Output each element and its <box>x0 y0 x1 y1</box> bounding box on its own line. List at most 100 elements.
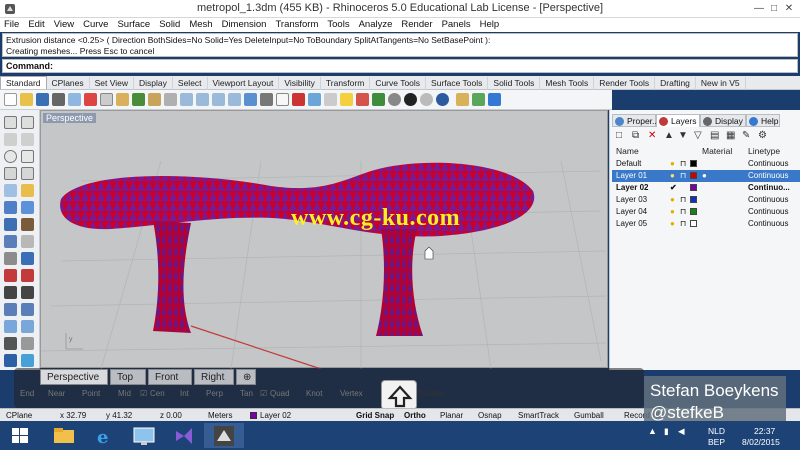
tab-drafting[interactable]: Drafting <box>655 77 696 90</box>
tab-right[interactable]: Right <box>194 369 234 385</box>
ellipse-icon[interactable] <box>4 167 17 180</box>
layer-color-swatch[interactable] <box>690 208 697 215</box>
copy-object-icon[interactable] <box>21 303 34 316</box>
command-line-input[interactable]: Command: <box>2 59 798 73</box>
osnap-point[interactable]: Point <box>82 389 100 398</box>
tab-mesh-tools[interactable]: Mesh Tools <box>540 77 595 90</box>
cylinder-icon[interactable] <box>21 354 34 367</box>
clock-time[interactable]: 22:37 <box>754 426 775 436</box>
status-smarttrack[interactable]: SmartTrack <box>518 411 559 420</box>
extrude-icon[interactable] <box>21 218 34 231</box>
osnap-perp[interactable]: Perp <box>206 389 223 398</box>
osnap-int[interactable]: Int <box>180 389 189 398</box>
layer-row-layer-03[interactable]: Layer 03 ● ⊓ Continuous <box>612 194 800 206</box>
new-sublayer-icon[interactable]: ⧉ <box>632 130 639 141</box>
osnap-disable[interactable]: Disable <box>418 389 445 398</box>
analyze-icon[interactable] <box>21 337 34 350</box>
shaded-sphere-icon[interactable] <box>388 93 401 106</box>
ie-taskbar-button[interactable]: e <box>84 423 124 448</box>
scale-icon[interactable] <box>21 320 34 333</box>
polygon-icon[interactable] <box>4 184 17 197</box>
unlock-icon[interactable]: ⊓ <box>680 159 686 168</box>
plugin-icon[interactable] <box>472 93 485 106</box>
current-layer-check-icon[interactable]: ✔ <box>670 183 677 192</box>
rotate-icon[interactable] <box>4 320 17 333</box>
zoom-window-icon[interactable] <box>196 93 209 106</box>
loft-icon[interactable] <box>21 201 34 214</box>
dimension-icon[interactable] <box>4 337 17 350</box>
trim-icon[interactable] <box>4 269 17 282</box>
column-material[interactable]: Material <box>702 146 732 156</box>
right-column-mesh[interactable] <box>376 229 423 336</box>
rectangle-icon[interactable] <box>21 167 34 180</box>
osnap-cen[interactable]: Cen <box>150 389 165 398</box>
open-folder-icon[interactable] <box>20 93 33 106</box>
settings-icon[interactable]: ⚙ <box>758 130 767 141</box>
menu-tools[interactable]: Tools <box>323 18 354 30</box>
status-gumball[interactable]: Gumball <box>574 411 604 420</box>
move-layer-up-icon[interactable]: ▲ <box>664 130 674 141</box>
layer-row-layer-01[interactable]: Layer 01 ● ⊓ ● Continuous <box>612 170 800 182</box>
osnap-vertex[interactable]: Vertex <box>340 389 363 398</box>
delete-layer-icon[interactable]: ✕ <box>648 130 656 141</box>
tab-select[interactable]: Select <box>173 77 208 90</box>
box-solid-icon[interactable] <box>4 218 17 231</box>
light-bulb-icon[interactable]: ● <box>670 171 675 180</box>
zoom-icon[interactable] <box>180 93 193 106</box>
tab-surface-tools[interactable]: Surface Tools <box>426 77 489 90</box>
layer-tool-icon[interactable]: ▤ <box>710 130 719 141</box>
polyline-icon[interactable] <box>4 133 17 146</box>
rhino-taskbar-button[interactable] <box>204 423 244 448</box>
start-button[interactable] <box>0 423 40 448</box>
boolean-icon[interactable] <box>4 252 17 265</box>
tab-properties[interactable]: Proper... <box>612 114 659 127</box>
ghosted-sphere-icon[interactable] <box>420 93 433 106</box>
menu-view[interactable]: View <box>50 18 79 30</box>
status-units[interactable]: Meters <box>208 411 232 420</box>
clock-date[interactable]: 8/02/2015 <box>742 437 780 447</box>
add-viewport-tab-icon[interactable]: ⊕ <box>236 369 256 385</box>
select-arrow-icon[interactable] <box>4 116 17 129</box>
osnap-mid[interactable]: Mid <box>118 389 131 398</box>
menu-mesh[interactable]: Mesh <box>185 18 217 30</box>
tab-help[interactable]: Help <box>746 114 780 127</box>
minimize-button[interactable]: — <box>752 3 766 15</box>
network-icon[interactable]: ▮ <box>664 426 669 437</box>
tab-front[interactable]: Front <box>148 369 192 385</box>
status-osnap[interactable]: Osnap <box>478 411 502 420</box>
explode-icon[interactable] <box>21 286 34 299</box>
explorer-taskbar-button[interactable] <box>44 423 84 448</box>
layer-color-swatch[interactable] <box>690 160 697 167</box>
surface-icon[interactable] <box>4 201 17 214</box>
mesh-icon[interactable] <box>4 235 17 248</box>
menu-analyze[interactable]: Analyze <box>355 18 398 30</box>
remote-desktop-taskbar-button[interactable] <box>124 423 164 448</box>
menu-curve[interactable]: Curve <box>79 18 113 30</box>
select-all-icon[interactable] <box>308 93 321 106</box>
tab-transform[interactable]: Transform <box>321 77 371 90</box>
move-icon[interactable] <box>4 303 17 316</box>
tab-layers[interactable]: Layers <box>656 114 700 127</box>
status-grid-snap[interactable]: Grid Snap <box>356 411 394 420</box>
menu-transform[interactable]: Transform <box>271 18 323 30</box>
layer-row-layer-04[interactable]: Layer 04 ● ⊓ Continuous <box>612 206 800 218</box>
tab-display-panel[interactable]: Display <box>700 114 746 127</box>
osnap-quad-checkbox[interactable]: ☑ <box>260 389 267 398</box>
visual-studio-taskbar-button[interactable] <box>164 423 204 448</box>
grid-icon[interactable] <box>276 93 289 106</box>
properties-icon[interactable] <box>68 93 81 106</box>
maximize-button[interactable]: □ <box>767 3 781 15</box>
help-icon[interactable] <box>488 93 501 106</box>
point-icon[interactable] <box>21 116 34 129</box>
pan-hand-icon[interactable] <box>148 93 161 106</box>
menu-panels[interactable]: Panels <box>438 18 476 30</box>
new-layer-icon[interactable]: □ <box>616 130 622 141</box>
render-mesh-icon[interactable] <box>21 235 34 248</box>
fillet-icon[interactable] <box>21 252 34 265</box>
tab-viewport-layout[interactable]: Viewport Layout <box>208 77 280 90</box>
unlock-icon[interactable]: ⊓ <box>680 171 686 180</box>
menu-solid[interactable]: Solid <box>155 18 185 30</box>
layer-color-swatch[interactable] <box>690 220 697 227</box>
light-bulb-icon[interactable] <box>340 93 353 106</box>
layer-color-icon[interactable] <box>372 93 385 106</box>
